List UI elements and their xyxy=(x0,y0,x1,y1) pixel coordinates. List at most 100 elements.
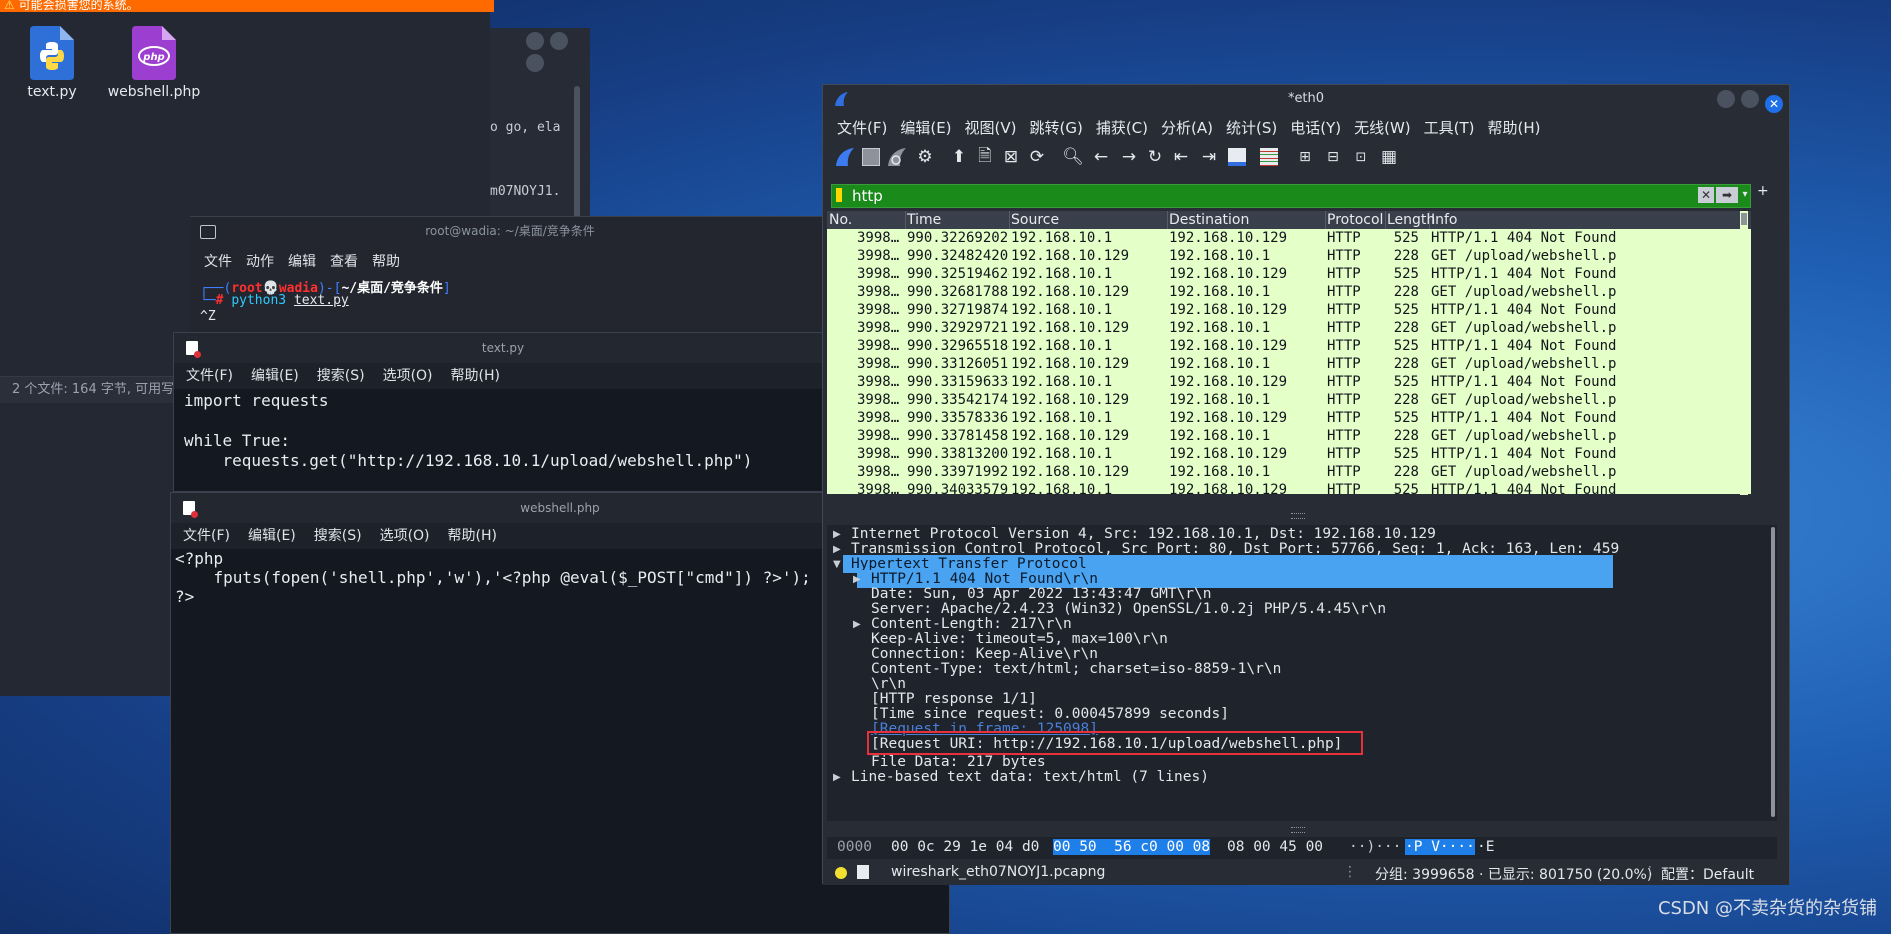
menu-item-help[interactable]: 帮助(H) xyxy=(448,528,497,544)
menu-item-statistics[interactable]: 统计(S) xyxy=(1226,119,1277,137)
menu-item-help[interactable]: 帮助 xyxy=(372,254,400,270)
menu-item-actions[interactable]: 动作 xyxy=(246,254,274,270)
restart-capture-icon[interactable] xyxy=(885,145,909,169)
reload-file-icon[interactable]: ⟳ xyxy=(1025,145,1049,169)
file-item-text-py[interactable]: text.py xyxy=(0,26,107,100)
menu-item-edit[interactable]: 编辑 xyxy=(288,254,316,270)
packet-row[interactable]: 3998… 990.327198745 192.168.10.1 192.168.10… xyxy=(827,301,1751,319)
detail-content-type[interactable]: Content-Type: text/html; charset=iso-885… xyxy=(871,660,1281,678)
expand-arrow-icon[interactable]: ▶ xyxy=(853,574,861,585)
menu-item-go[interactable]: 跳转(G) xyxy=(1030,119,1083,137)
menu-item-tools[interactable]: 工具(T) xyxy=(1424,119,1475,137)
menu-item-edit[interactable]: 编辑(E) xyxy=(248,528,296,544)
first-packet-icon[interactable]: ⇤ xyxy=(1169,145,1193,169)
col-no[interactable]: No. xyxy=(829,211,906,229)
menu-item-file[interactable]: 文件(F) xyxy=(183,528,230,544)
minimize-button[interactable] xyxy=(1717,90,1735,108)
go-forward-icon[interactable]: → xyxy=(1117,145,1141,169)
packet-row[interactable]: 3998… 990.326817883 192.168.10.129 192.168.… xyxy=(827,283,1751,301)
bookmark-icon[interactable] xyxy=(836,188,842,202)
zoom-in-icon[interactable]: ⊞ xyxy=(1293,145,1317,169)
packet-row[interactable]: 3998… 990.324824206 192.168.10.129 192.168.… xyxy=(827,247,1751,265)
maximize-button[interactable] xyxy=(1741,90,1759,108)
expand-arrow-icon[interactable]: ▶ xyxy=(833,772,841,783)
save-file-icon[interactable]: 🗎 xyxy=(973,145,997,169)
splitter-handle[interactable] xyxy=(1291,827,1305,833)
col-source[interactable]: Source xyxy=(1011,211,1168,229)
menu-item-view[interactable]: 查看 xyxy=(330,254,358,270)
packet-bytes-pane[interactable]: 0000 00 0c 29 1e 04 d0 00 50 56 c0 00 08… xyxy=(827,837,1777,859)
expand-arrow-icon[interactable]: ▶ xyxy=(833,544,841,555)
col-destination[interactable]: Destination xyxy=(1169,211,1326,229)
packet-list[interactable]: 3998… 990.322692025 192.168.10.1 192.168.10… xyxy=(827,229,1751,494)
menu-item-telephony[interactable]: 电话(Y) xyxy=(1290,119,1341,137)
filter-dropdown-icon[interactable]: ▾ xyxy=(1740,187,1750,203)
capture-options-gear-icon[interactable]: ⚙ xyxy=(913,145,937,169)
display-filter-input[interactable] xyxy=(850,186,1694,206)
close-button[interactable] xyxy=(526,54,544,72)
packet-row[interactable]: 3998… 990.331260513 192.168.10.129 192.168.… xyxy=(827,355,1751,373)
close-file-icon[interactable]: ⊠ xyxy=(999,145,1023,169)
packet-row[interactable]: 3998… 990.339719927 192.168.10.129 192.168.… xyxy=(827,463,1751,481)
menu-item-help[interactable]: 帮助(H) xyxy=(451,368,500,384)
menu-item-help[interactable]: 帮助(H) xyxy=(1488,119,1541,137)
col-time[interactable]: Time xyxy=(907,211,1010,229)
capture-comment-icon[interactable] xyxy=(857,865,869,879)
menu-item-options[interactable]: 选项(O) xyxy=(383,368,433,384)
packet-row[interactable]: 3998… 990.329297211 192.168.10.129 192.168.… xyxy=(827,319,1751,337)
code-area[interactable]: import requests while True: requests.get… xyxy=(174,389,832,491)
packet-row[interactable]: 3998… 990.325194624 192.168.10.1 192.168.10… xyxy=(827,265,1751,283)
menu-item-analyze[interactable]: 分析(A) xyxy=(1161,119,1213,137)
packet-list-scrollbar[interactable] xyxy=(1740,211,1748,495)
packet-row[interactable]: 3998… 990.331596334 192.168.10.1 192.168.10… xyxy=(827,373,1751,391)
menu-item-edit[interactable]: 编辑(E) xyxy=(251,368,299,384)
menu-item-search[interactable]: 搜索(S) xyxy=(314,528,362,544)
file-item-webshell-php[interactable]: php webshell.php xyxy=(99,26,209,100)
start-capture-icon[interactable] xyxy=(833,145,857,169)
packet-details-pane[interactable]: ▶ Internet Protocol Version 4, Src: 192.… xyxy=(827,525,1777,821)
resize-columns-icon[interactable]: ▦ xyxy=(1377,145,1401,169)
stop-capture-icon[interactable] xyxy=(859,145,883,169)
details-scrollbar[interactable] xyxy=(1771,527,1775,817)
splitter-handle[interactable] xyxy=(1291,513,1305,519)
go-to-packet-icon[interactable]: ↻ xyxy=(1143,145,1167,169)
add-filter-button-icon[interactable]: + xyxy=(1757,183,1769,199)
clear-filter-icon[interactable]: ✕ xyxy=(1698,187,1714,203)
collapse-arrow-icon[interactable]: ▼ xyxy=(833,559,841,570)
expert-info-icon[interactable] xyxy=(835,867,847,879)
normal-size-icon[interactable]: ⊡ xyxy=(1349,145,1373,169)
packet-row[interactable]: 3998… 990.335421741 192.168.10.129 192.168.… xyxy=(827,391,1751,409)
open-file-icon[interactable]: ⬆ xyxy=(947,145,971,169)
minimize-button[interactable] xyxy=(526,32,544,50)
packet-row[interactable]: 3998… 990.338132004 192.168.10.1 192.168.10… xyxy=(827,445,1751,463)
col-info[interactable]: Info xyxy=(1431,211,1731,229)
auto-scroll-icon[interactable] xyxy=(1225,145,1249,169)
last-packet-icon[interactable]: ⇥ xyxy=(1197,145,1221,169)
packet-row[interactable]: 3998… 990.335783368 192.168.10.1 192.168.10… xyxy=(827,409,1751,427)
expand-arrow-icon[interactable]: ▶ xyxy=(833,529,841,540)
find-packet-icon[interactable]: 🔍︎ xyxy=(1061,145,1085,169)
packet-row[interactable]: 3998… 990.329655184 192.168.10.1 192.168.10… xyxy=(827,337,1751,355)
menu-item-options[interactable]: 选项(O) xyxy=(380,528,430,544)
packet-row[interactable]: 3998… 990.322692025 192.168.10.1 192.168.10… xyxy=(827,229,1751,247)
col-length[interactable]: Length xyxy=(1387,211,1435,229)
menu-item-view[interactable]: 视图(V) xyxy=(965,119,1017,137)
menu-item-file[interactable]: 文件(F) xyxy=(186,368,233,384)
col-protocol[interactable]: Protocol xyxy=(1327,211,1386,229)
menu-item-wireless[interactable]: 无线(W) xyxy=(1354,119,1411,137)
go-back-icon[interactable]: ← xyxy=(1089,145,1113,169)
apply-filter-arrow-icon[interactable]: ➡ xyxy=(1716,187,1738,203)
menu-item-file[interactable]: 文件 xyxy=(204,254,232,270)
menu-item-file[interactable]: 文件(F) xyxy=(837,119,887,137)
close-button[interactable]: ✕ xyxy=(1765,95,1783,113)
expand-arrow-icon[interactable]: ▶ xyxy=(853,619,861,630)
profile-label[interactable]: 配置：Default xyxy=(1661,864,1754,884)
menu-item-search[interactable]: 搜索(S) xyxy=(317,368,365,384)
detail-line-based[interactable]: Line-based text data: text/html (7 lines… xyxy=(851,768,1209,786)
colorize-icon[interactable] xyxy=(1257,145,1281,169)
menu-item-edit[interactable]: 编辑(E) xyxy=(900,119,951,137)
zoom-out-icon[interactable]: ⊟ xyxy=(1321,145,1345,169)
packet-row[interactable]: 3998… 990.337814580 192.168.10.129 192.168.… xyxy=(827,427,1751,445)
maximize-button[interactable] xyxy=(550,32,568,50)
menu-item-capture[interactable]: 捕获(C) xyxy=(1096,119,1148,137)
